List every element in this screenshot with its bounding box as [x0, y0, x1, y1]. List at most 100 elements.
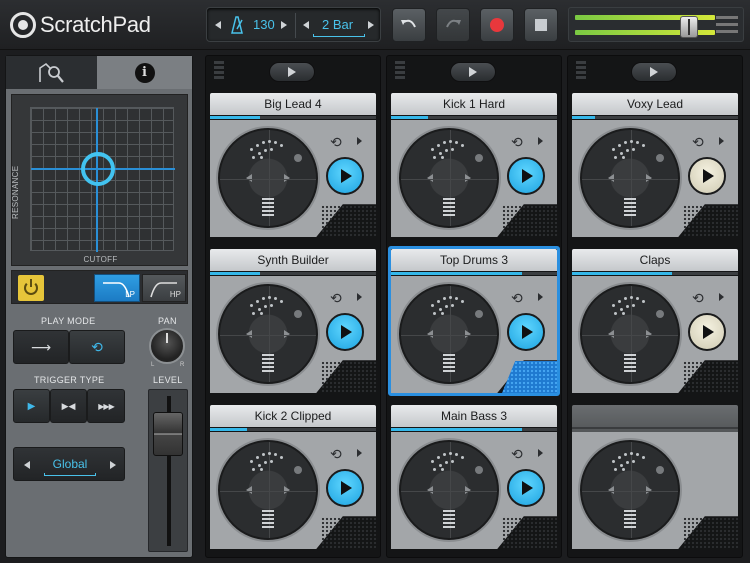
play-icon — [341, 169, 352, 183]
clip-knob[interactable] — [580, 440, 680, 540]
loop-icon[interactable]: ⟲ — [330, 446, 342, 463]
clip-knob[interactable] — [218, 440, 318, 540]
clip-name: Voxy Lead — [572, 93, 738, 115]
stop-icon — [535, 19, 547, 31]
trigger-type-label: TRIGGER TYPE — [34, 375, 105, 385]
redo-button[interactable] — [436, 8, 470, 42]
bar-decrease-button[interactable] — [303, 21, 309, 29]
trigger-gate-button[interactable]: ▶◀ — [50, 389, 87, 423]
clip-knob[interactable] — [399, 128, 499, 228]
lowpass-button[interactable]: LP — [94, 274, 140, 302]
sync-next-button[interactable] — [110, 461, 116, 469]
tab-info[interactable]: i — [97, 56, 192, 89]
clip-play-button[interactable] — [326, 469, 364, 507]
bar-length-value[interactable]: 2 Bar — [322, 17, 353, 32]
highpass-button[interactable]: HP — [142, 274, 186, 302]
clip-pad[interactable]: Top Drums 3 ⟲ — [388, 246, 560, 396]
clip-pad[interactable]: Claps ⟲ — [572, 249, 738, 393]
column-level-indicator — [214, 61, 224, 81]
stop-button[interactable] — [524, 8, 558, 42]
dial-level-bars — [624, 510, 636, 528]
level-fader[interactable] — [148, 389, 188, 552]
clip-knob[interactable] — [218, 284, 318, 384]
meter-peak — [716, 23, 738, 26]
level-fader-handle[interactable] — [153, 412, 183, 456]
dial-dot-markers — [250, 452, 290, 472]
play-icon: ▶ — [27, 400, 36, 412]
column-level-indicator — [576, 61, 586, 81]
dial-dot-markers — [431, 296, 471, 316]
tab-browser[interactable] — [6, 56, 97, 89]
clip-pad[interactable]: Kick 1 Hard ⟲ — [391, 93, 557, 237]
sync-selector[interactable]: Global — [13, 447, 125, 481]
tempo-increase-button[interactable] — [281, 21, 287, 29]
clip-knob[interactable] — [218, 128, 318, 228]
top-bar: ScratchPad 130 2 Bar — [0, 0, 750, 50]
clip-play-button[interactable] — [688, 157, 726, 195]
clip-play-button[interactable] — [507, 157, 545, 195]
xy-grid[interactable] — [30, 107, 175, 252]
loop-icon[interactable]: ⟲ — [330, 290, 342, 307]
clip-options-arrow[interactable] — [357, 137, 362, 145]
play-mode-oneshot-button[interactable]: ⟶ — [13, 330, 69, 364]
dial-marker — [294, 310, 302, 318]
clip-pad[interactable]: Main Bass 3 ⟲ — [391, 405, 557, 549]
clip-progress-bar — [391, 428, 557, 431]
filter-power-button[interactable] — [18, 275, 44, 301]
clip-knob[interactable] — [580, 284, 680, 384]
clip-options-arrow[interactable] — [538, 449, 543, 457]
trigger-retrigger-button[interactable]: ▶▶▶ — [87, 389, 125, 423]
clip-play-button[interactable] — [507, 313, 545, 351]
tempo-decrease-button[interactable] — [215, 21, 221, 29]
clip-pad[interactable]: Big Lead 4 ⟲ — [210, 93, 376, 237]
play-mode-loop-button[interactable]: ⟲ — [69, 330, 125, 364]
clip-knob[interactable] — [399, 284, 499, 384]
record-button[interactable] — [480, 8, 514, 42]
clip-play-button[interactable] — [688, 313, 726, 351]
clip-play-button[interactable] — [326, 313, 364, 351]
clip-options-arrow[interactable] — [538, 293, 543, 301]
column-launch-button[interactable] — [269, 62, 315, 82]
pan-knob[interactable] — [149, 328, 185, 364]
clip-options-arrow[interactable] — [719, 137, 724, 145]
empty-clip-slot[interactable] — [572, 405, 738, 549]
xy-cursor-handle[interactable] — [81, 152, 115, 186]
undo-button[interactable] — [392, 8, 426, 42]
bar-increase-button[interactable] — [368, 21, 374, 29]
metronome-icon[interactable] — [229, 16, 245, 34]
loop-icon[interactable]: ⟲ — [511, 134, 523, 151]
clip-corner-pattern — [321, 205, 376, 237]
dial-right-arrow — [465, 486, 471, 494]
column-launch-button[interactable] — [631, 62, 677, 82]
clip-pad[interactable]: Synth Builder ⟲ — [210, 249, 376, 393]
filter-xy-pad[interactable]: RESONANCE CUTOFF — [11, 94, 188, 266]
loop-icon[interactable]: ⟲ — [511, 290, 523, 307]
clip-pad[interactable]: Kick 2 Clipped ⟲ — [210, 405, 376, 549]
clip-options-arrow[interactable] — [357, 293, 362, 301]
clip-pad[interactable]: Voxy Lead ⟲ — [572, 93, 738, 237]
loop-icon[interactable]: ⟲ — [511, 446, 523, 463]
clip-options-arrow[interactable] — [357, 449, 362, 457]
clip-knob[interactable] — [580, 128, 680, 228]
dial-marker — [656, 466, 664, 474]
column-level-indicator — [395, 61, 405, 81]
tempo-value[interactable]: 130 — [253, 17, 275, 32]
dial-left-arrow — [608, 330, 614, 338]
clip-play-button[interactable] — [326, 157, 364, 195]
logo-icon — [10, 12, 36, 38]
loop-icon[interactable]: ⟲ — [330, 134, 342, 151]
clip-progress-bar — [210, 116, 376, 119]
play-icon — [522, 481, 533, 495]
clip-options-arrow[interactable] — [719, 293, 724, 301]
trigger-play-button[interactable]: ▶ — [13, 389, 50, 423]
dial-left-arrow — [246, 330, 252, 338]
column-launch-button[interactable] — [450, 62, 496, 82]
loop-icon[interactable]: ⟲ — [692, 290, 704, 307]
clip-play-button[interactable] — [507, 469, 545, 507]
clip-options-arrow[interactable] — [538, 137, 543, 145]
master-volume-slider[interactable] — [680, 16, 698, 38]
clip-name: Kick 2 Clipped — [210, 405, 376, 427]
loop-icon[interactable]: ⟲ — [692, 134, 704, 151]
clip-knob[interactable] — [399, 440, 499, 540]
app-logo: ScratchPad — [10, 12, 151, 38]
